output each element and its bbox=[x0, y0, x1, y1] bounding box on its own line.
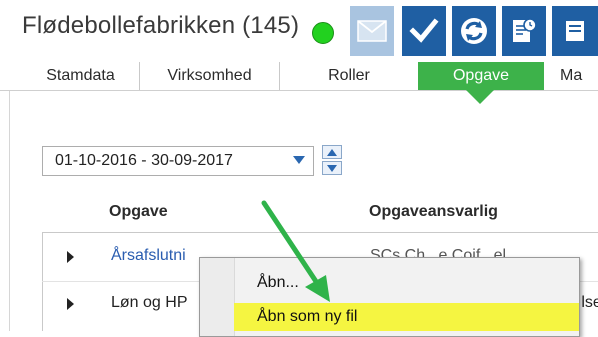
refresh-icon bbox=[461, 18, 487, 44]
refresh-button[interactable] bbox=[452, 6, 496, 56]
report-button[interactable] bbox=[502, 6, 546, 56]
more-toolbar-button[interactable] bbox=[552, 6, 598, 56]
envelope-icon bbox=[357, 20, 387, 42]
send-mail-button[interactable] bbox=[350, 6, 394, 56]
tab-virksomhed[interactable]: Virksomhed bbox=[140, 62, 280, 90]
expand-row-icon[interactable] bbox=[67, 298, 74, 310]
status-indicator bbox=[312, 22, 334, 44]
expand-row-icon[interactable] bbox=[67, 251, 74, 263]
arrow-down-icon bbox=[327, 165, 337, 172]
tab-stamdata[interactable]: Stamdata bbox=[22, 62, 140, 90]
content-border bbox=[9, 91, 10, 331]
checkmark-icon bbox=[409, 18, 439, 43]
context-menu: Åbn... Åbn som ny fil bbox=[199, 257, 580, 337]
chevron-down-icon[interactable] bbox=[293, 156, 305, 164]
tab-roller[interactable]: Roller bbox=[280, 62, 418, 90]
app-title: Flødebollefabrikken (145) bbox=[22, 12, 300, 39]
period-value: 01-10-2016 - 30-09-2017 bbox=[55, 152, 233, 169]
report-clock-icon bbox=[513, 18, 537, 42]
period-next-button[interactable] bbox=[322, 145, 342, 159]
menu-item-open-as-new-file[interactable]: Åbn som ny fil bbox=[234, 303, 579, 331]
column-header-opgaveansvarlig[interactable]: Opgaveansvarlig bbox=[369, 203, 498, 221]
tab-ma[interactable]: Ma bbox=[560, 62, 598, 90]
column-header-opgave[interactable]: Opgave bbox=[109, 203, 168, 221]
menu-item-open[interactable]: Åbn... bbox=[234, 269, 579, 297]
task-cell[interactable]: Løn og HP bbox=[111, 294, 187, 312]
approve-button[interactable] bbox=[402, 6, 446, 56]
period-select[interactable]: 01-10-2016 - 30-09-2017 bbox=[42, 146, 314, 176]
active-tab-pointer bbox=[466, 90, 494, 104]
tab-opgave[interactable]: Opgave bbox=[418, 62, 544, 90]
period-prev-button[interactable] bbox=[322, 161, 342, 175]
context-menu-icon-column bbox=[200, 258, 235, 336]
tab-bar: Stamdata Virksomhed Roller Opgave Ma bbox=[0, 62, 598, 91]
app-header: Flødebollefabrikken (145) bbox=[0, 0, 598, 62]
task-cell[interactable]: Årsafslutni bbox=[111, 247, 186, 265]
arrow-up-icon bbox=[327, 149, 337, 156]
more-icon bbox=[566, 21, 584, 41]
